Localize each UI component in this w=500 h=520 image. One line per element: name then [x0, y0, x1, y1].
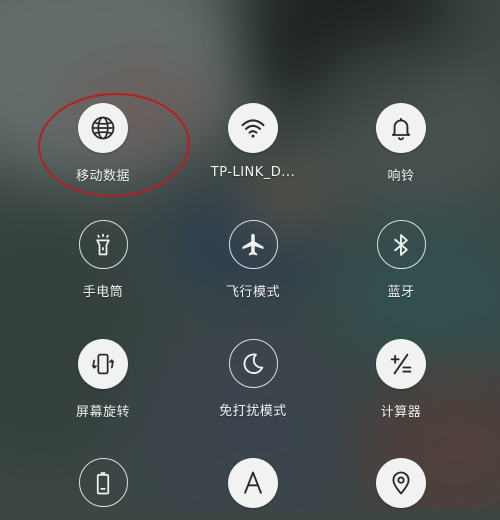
tile-label: 屏幕旋转 — [75, 405, 130, 420]
tile-flashlight[interactable]: 手电筒 — [33, 220, 173, 300]
tile-airplane-mode[interactable]: 飞行模式 — [183, 220, 323, 300]
tile-screen-rotation[interactable]: 屏幕旋转 — [33, 339, 173, 420]
bluetooth-icon — [376, 220, 426, 269]
tile-label: 响铃 — [387, 169, 415, 184]
tile-label: 手电筒 — [82, 285, 124, 300]
calculator-icon — [376, 339, 426, 389]
tile-label: TP-LINK_D... — [210, 165, 296, 180]
tile-calculator[interactable]: 计算器 — [331, 339, 471, 420]
bell-icon — [376, 103, 426, 153]
tile-bluetooth[interactable]: 蓝牙 — [331, 220, 471, 300]
airplane-icon — [228, 220, 278, 269]
moon-icon — [228, 339, 278, 388]
tile-label: 移动数据 — [75, 169, 130, 184]
tile-label: 蓝牙 — [387, 285, 415, 300]
tile-wifi[interactable]: TP-LINK_D... — [183, 103, 323, 180]
battery-icon — [78, 458, 128, 507]
tile-label: 免打扰模式 — [219, 404, 287, 419]
wifi-icon — [228, 103, 278, 153]
flashlight-icon — [78, 220, 128, 269]
font-a-icon — [228, 458, 278, 508]
globe-icon — [78, 103, 128, 153]
tile-font-size[interactable] — [183, 458, 323, 520]
tile-label: 计算器 — [380, 405, 422, 420]
screen-rotation-icon — [78, 339, 128, 389]
location-pin-icon — [376, 458, 426, 508]
tile-label: 飞行模式 — [225, 285, 280, 300]
tile-location[interactable] — [331, 458, 471, 520]
tile-mobile-data[interactable]: 移动数据 — [33, 103, 173, 184]
tile-do-not-disturb[interactable]: 免打扰模式 — [183, 339, 323, 419]
tile-ringer[interactable]: 响铃 — [331, 103, 471, 184]
